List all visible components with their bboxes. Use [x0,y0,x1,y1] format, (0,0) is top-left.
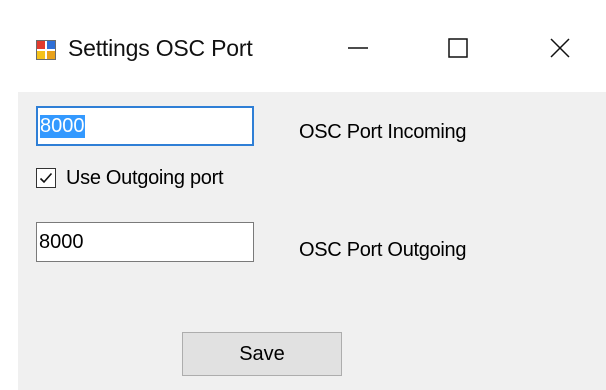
save-button[interactable]: Save [182,332,342,376]
maximize-icon [448,38,468,58]
window-title: Settings OSC Port [68,35,253,61]
close-icon [550,38,570,58]
outgoing-port-label: OSC Port Outgoing [299,239,467,261]
checkbox-box[interactable] [36,168,56,188]
outgoing-port-input[interactable] [36,222,254,262]
title-bar[interactable]: Settings OSC Port [0,0,606,92]
form-client-area: OSC Port Incoming Use Outgoing port OSC … [18,92,606,390]
use-outgoing-label: Use Outgoing port [66,167,224,189]
minimize-button[interactable] [328,28,388,68]
maximize-button[interactable] [428,28,488,68]
windows-form-icon [36,40,56,60]
incoming-port-input[interactable] [36,106,254,146]
incoming-port-label: OSC Port Incoming [299,121,467,143]
minimize-icon [348,47,368,49]
close-button[interactable] [530,28,590,68]
checkmark-icon [39,172,53,184]
